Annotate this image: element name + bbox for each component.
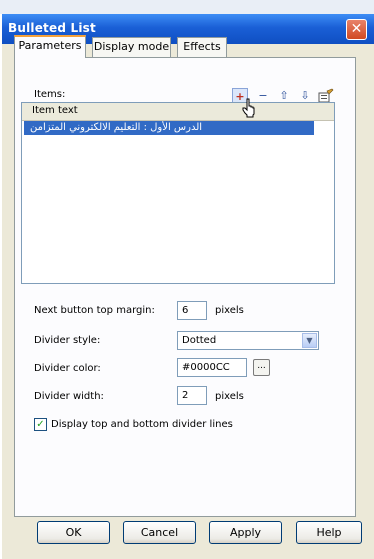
close-icon: ✕ xyxy=(350,21,363,37)
cancel-button[interactable]: Cancel xyxy=(123,521,196,544)
tab-effects[interactable]: Effects xyxy=(177,37,227,57)
divider-color-input[interactable]: #0000CC xyxy=(177,358,247,377)
chevron-down-icon[interactable]: ▼ xyxy=(302,333,317,348)
next-button-margin-input[interactable]: 6 xyxy=(177,301,207,320)
list-header[interactable]: Item text xyxy=(22,103,334,121)
items-label: Items: xyxy=(34,89,66,100)
apply-button[interactable]: Apply xyxy=(209,521,282,544)
list-item[interactable]: الدرس الأول : التعليم الالكتروني المتزام… xyxy=(24,121,314,135)
next-button-margin-label: Next button top margin: xyxy=(34,305,155,316)
divider-lines-checkbox[interactable]: ✓ xyxy=(34,418,47,431)
help-button[interactable]: Help xyxy=(296,521,362,544)
minus-icon: − xyxy=(258,89,268,102)
window-title: Bulleted List xyxy=(8,21,96,35)
color-picker-button[interactable]: ... xyxy=(253,359,270,376)
divider-color-label: Divider color: xyxy=(34,363,101,374)
tab-display-mode[interactable]: Display mode xyxy=(92,37,171,57)
divider-width-unit: pixels xyxy=(215,391,244,402)
items-list[interactable]: Item text الدرس الأول : التعليم الالكترو… xyxy=(21,102,335,284)
ok-button[interactable]: OK xyxy=(37,521,110,544)
divider-style-label: Divider style: xyxy=(34,335,101,346)
divider-style-select[interactable]: Dotted ▼ xyxy=(177,331,319,350)
arrow-down-icon: ⇩ xyxy=(300,89,310,102)
next-button-margin-unit: pixels xyxy=(215,305,244,316)
arrow-up-icon: ⇧ xyxy=(279,89,289,102)
checkmark-icon: ✓ xyxy=(36,419,45,430)
column-header-item-text: Item text xyxy=(32,105,78,116)
divider-width-input[interactable]: 2 xyxy=(177,386,207,405)
background-strip xyxy=(0,0,374,14)
divider-lines-label: Display top and bottom divider lines xyxy=(51,419,233,430)
mouse-cursor-icon xyxy=(242,98,255,118)
tab-parameters[interactable]: Parameters xyxy=(14,35,86,58)
divider-style-value: Dotted xyxy=(182,335,217,346)
close-button[interactable]: ✕ xyxy=(346,19,367,40)
divider-width-label: Divider width: xyxy=(34,391,104,402)
